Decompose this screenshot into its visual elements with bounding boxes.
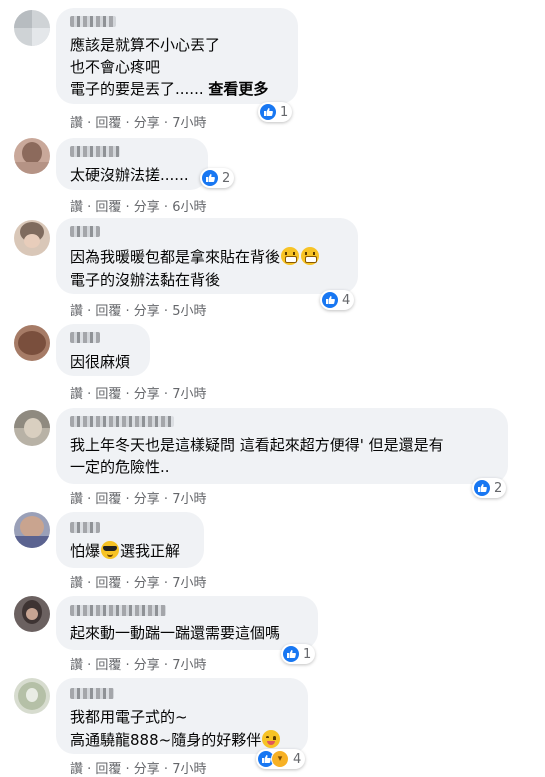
commenter-name[interactable] xyxy=(70,605,166,616)
reaction-count: 2 xyxy=(222,170,231,186)
comment-actions[interactable]: 讚 · 回覆 · 分享 · 7小時 xyxy=(70,383,206,402)
comment-text: 因為我暖暖包都是拿來貼在背後 xyxy=(70,246,320,268)
avatar[interactable] xyxy=(14,10,50,46)
commenter-name[interactable] xyxy=(70,332,100,343)
see-more-link[interactable]: 查看更多 xyxy=(208,80,268,98)
commenter-name[interactable] xyxy=(70,16,116,27)
reaction-badge[interactable]: 2 xyxy=(200,168,235,188)
reaction-badge[interactable]: 4 xyxy=(320,290,355,310)
comment-text: 一定的危險性.. xyxy=(70,458,170,476)
comment-text-line: 電子的要是丟了...... xyxy=(70,80,209,98)
avatar[interactable] xyxy=(14,678,50,714)
comment-text: 起來動一動踹一踹還需要這個嗎 xyxy=(70,624,281,642)
reaction-count: 2 xyxy=(494,480,503,496)
avatar[interactable] xyxy=(14,220,50,256)
comment-text: 電子的要是丟了...... 查看更多 xyxy=(70,78,268,100)
comment-actions[interactable]: 讚 · 回覆 · 分享 · 7小時 xyxy=(70,572,206,591)
comment-text: 我上年冬天也是這樣疑問 這看起來超方便得' 但是還是有 xyxy=(70,436,444,454)
comment-text-line: 高通驍龍888~隨身的好夥伴 xyxy=(70,731,262,749)
reaction-count: 1 xyxy=(280,104,289,120)
sunglasses-face-icon xyxy=(101,541,120,559)
comment-text: 我都用電子式的~ xyxy=(70,708,188,726)
comment-actions[interactable]: 讚 · 回覆 · 分享 · 7小時 xyxy=(70,758,206,777)
commenter-name[interactable] xyxy=(70,416,174,427)
comment-text: 應該是就算不小心丟了 xyxy=(70,36,221,54)
reaction-badge[interactable]: 1 xyxy=(258,102,293,122)
like-icon xyxy=(322,292,338,308)
comment-actions[interactable]: 讚 · 回覆 · 分享 · 7小時 xyxy=(70,488,206,507)
like-icon xyxy=(260,104,276,120)
comment-actions[interactable]: 讚 · 回覆 · 分享 · 7小時 xyxy=(70,112,206,131)
comment-actions[interactable]: 讚 · 回覆 · 分享 · 7小時 xyxy=(70,654,206,673)
like-icon xyxy=(474,480,490,496)
reaction-count: 4 xyxy=(342,292,351,308)
avatar[interactable] xyxy=(14,512,50,548)
comment-text: 太硬沒辦法搓...... xyxy=(70,166,189,184)
comment-text-line: 怕爆 xyxy=(70,542,101,560)
avatar[interactable] xyxy=(14,596,50,632)
comment-text-line: 因為我暖暖包都是拿來貼在背後 xyxy=(70,248,281,266)
comment-actions[interactable]: 讚 · 回覆 · 分享 · 5小時 xyxy=(70,300,206,319)
commenter-name[interactable] xyxy=(70,688,114,699)
reaction-count: 1 xyxy=(303,646,312,662)
avatar[interactable] xyxy=(14,325,50,361)
comment-text: 怕爆 選我正解 xyxy=(70,540,180,562)
grinning-face-icon xyxy=(301,247,320,265)
comment-text: 電子的沒辦法黏在背後 xyxy=(70,271,221,289)
commenter-name[interactable] xyxy=(70,226,100,237)
grinning-face-icon xyxy=(281,247,300,265)
comment-text: 因很麻煩 xyxy=(70,353,131,371)
avatar[interactable] xyxy=(14,138,50,174)
reaction-count: 4 xyxy=(293,751,302,767)
comment-actions[interactable]: 讚 · 回覆 · 分享 · 6小時 xyxy=(70,196,206,215)
reaction-badge[interactable]: ▾ 4 xyxy=(256,749,306,769)
reaction-badge[interactable]: 1 xyxy=(281,644,316,664)
commenter-name[interactable] xyxy=(70,522,100,533)
commenter-name[interactable] xyxy=(70,146,120,157)
reaction-badge[interactable]: 2 xyxy=(472,478,507,498)
like-icon xyxy=(202,170,218,186)
like-icon xyxy=(283,646,299,662)
comment-text: 高通驍龍888~隨身的好夥伴 xyxy=(70,729,281,751)
avatar[interactable] xyxy=(14,410,50,446)
haha-icon: ▾ xyxy=(271,750,289,768)
yum-face-icon xyxy=(262,730,281,748)
comment-text: 也不會心疼吧 xyxy=(70,58,161,76)
comment-text-line: 選我正解 xyxy=(120,542,181,560)
